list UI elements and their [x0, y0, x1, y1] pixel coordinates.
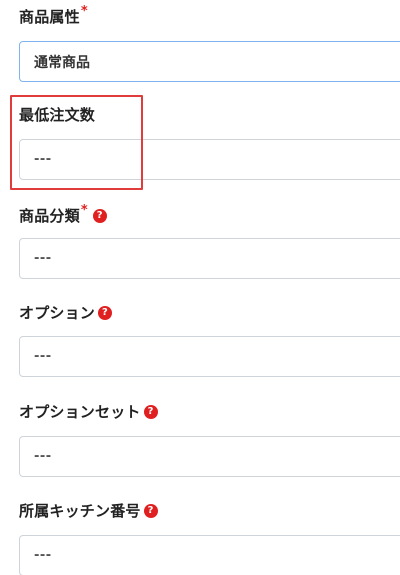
kitchen-number-placeholder: --- — [34, 548, 52, 563]
product-category-label: 商品分類 * ? — [19, 203, 107, 226]
option-label: オプション ? — [19, 302, 113, 323]
min-order-qty-label-text: 最低注文数 — [19, 106, 96, 124]
product-form: 商品属性 * 通常商品 最低注文数 --- 商品分類 * ? --- オプション… — [0, 0, 400, 575]
option-label-text: オプション — [19, 304, 96, 322]
product-attribute-label-text: 商品属性 — [19, 8, 80, 26]
question-circle-icon[interactable]: ? — [98, 305, 113, 320]
product-attribute-label: 商品属性 * — [19, 4, 88, 27]
product-category-select[interactable]: --- — [19, 238, 400, 279]
kitchen-number-label: 所属キッチン番号 ? — [19, 500, 158, 521]
product-category-placeholder: --- — [34, 251, 52, 266]
question-circle-icon[interactable]: ? — [92, 208, 107, 223]
min-order-qty-select[interactable]: --- — [19, 139, 400, 180]
min-order-qty-label: 最低注文数 — [19, 104, 95, 125]
product-attribute-value: 通常商品 — [34, 54, 90, 71]
required-asterisk: * — [80, 203, 88, 218]
question-circle-icon[interactable]: ? — [143, 404, 158, 419]
option-placeholder: --- — [34, 349, 52, 364]
option-set-label-text: オプションセット — [19, 403, 141, 421]
min-order-qty-placeholder: --- — [34, 152, 52, 167]
product-category-label-text: 商品分類 — [19, 207, 80, 225]
kitchen-number-select[interactable]: --- — [19, 535, 400, 575]
option-set-placeholder: --- — [34, 449, 52, 464]
option-set-select[interactable]: --- — [19, 436, 400, 477]
required-asterisk: * — [80, 4, 88, 19]
question-circle-icon[interactable]: ? — [143, 503, 158, 518]
product-attribute-select[interactable]: 通常商品 — [19, 41, 400, 82]
option-select[interactable]: --- — [19, 336, 400, 377]
kitchen-number-label-text: 所属キッチン番号 — [19, 502, 141, 520]
option-set-label: オプションセット ? — [19, 401, 158, 422]
